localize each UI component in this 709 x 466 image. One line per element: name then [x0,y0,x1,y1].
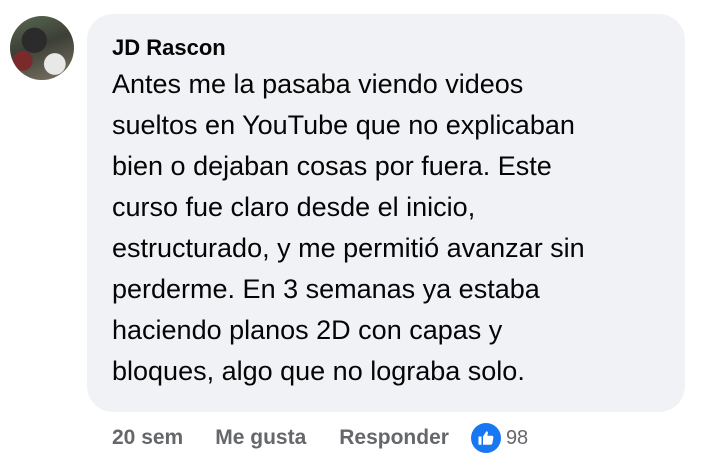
comment-line: bloques, algo que no lograba solo. [112,356,525,386]
avatar[interactable] [10,16,74,80]
comment-actions: 20 sem Me gusta Responder 98 [112,423,529,453]
comment-line: curso fue claro desde el inicio, [112,192,476,222]
like-icon [470,423,501,453]
like-button[interactable]: Me gusta [215,426,306,450]
comment-timestamp[interactable]: 20 sem [112,426,183,450]
comment-line: sueltos en YouTube que no explicaban [112,110,575,140]
comment-text: Antes me la pasaba viendo videos sueltos… [112,64,672,392]
comment-line: bien o dejaban cosas por fuera. Este [112,151,552,181]
comment-line: Antes me la pasaba viendo videos [112,69,524,99]
comment-author[interactable]: JD Rascon [112,34,226,62]
reply-button[interactable]: Responder [339,426,449,450]
comment-line: estructurado, y me permitió avanzar sin [112,233,585,263]
comment-line: perderme. En 3 semanas ya estaba [112,274,540,304]
comment-line: haciendo planos 2D con capas y [112,315,503,345]
reaction-count: 98 [505,426,529,449]
reaction-summary[interactable]: 98 [470,423,529,453]
